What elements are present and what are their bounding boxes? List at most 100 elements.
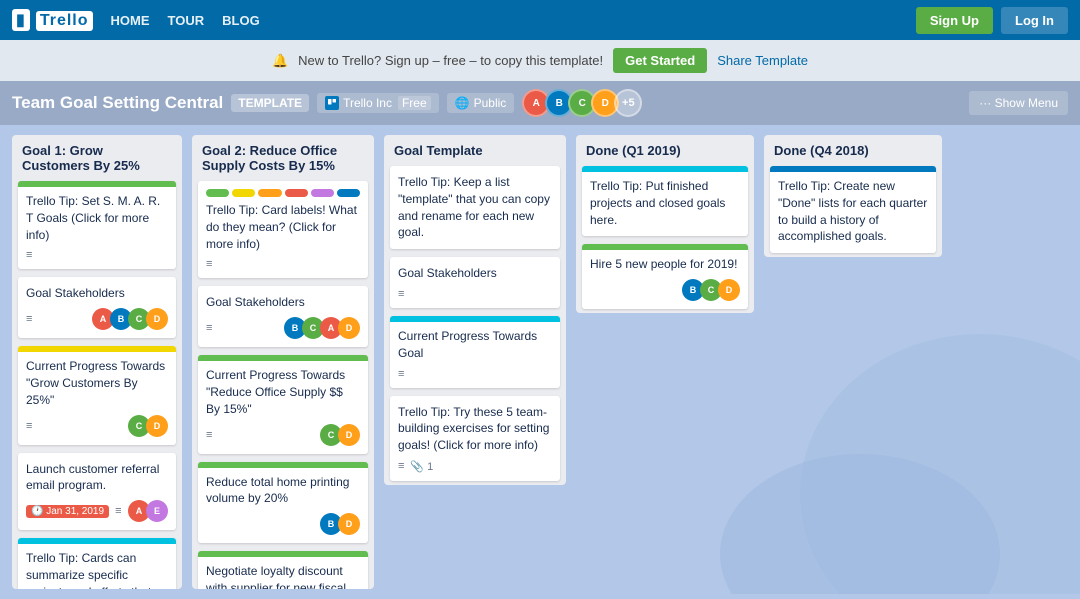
org-name: Trello Inc: [343, 96, 392, 110]
list-template: Goal Template Trello Tip: Keep a list "t…: [384, 135, 566, 485]
card-c16-footer: B C D: [590, 279, 740, 301]
visibility-badge[interactable]: 🌐 Public: [447, 93, 515, 113]
card-c6[interactable]: Trello Tip: Card labels! What do they me…: [198, 181, 368, 278]
list-goal1: Goal 1: Grow Customers By 25% Trello Tip…: [12, 135, 182, 589]
desc-icon: ≡: [115, 505, 121, 517]
announcement-text: New to Trello? Sign up – free – to copy …: [298, 53, 603, 68]
avatar-more[interactable]: +5: [614, 89, 642, 117]
card-c2[interactable]: Goal Stakeholders ≡ A B C D: [18, 277, 176, 338]
desc-icon: ≡: [26, 420, 32, 432]
card-c9[interactable]: Reduce total home printing volume by 20%…: [198, 462, 368, 544]
card-c14-footer: ≡ 📎 1: [398, 460, 552, 473]
card-c2-text: Goal Stakeholders: [26, 285, 168, 302]
board-title: Team Goal Setting Central: [12, 93, 223, 113]
card-c10[interactable]: Negotiate loyalty discount with supplier…: [198, 551, 368, 589]
nav-blog[interactable]: BLOG: [222, 13, 260, 28]
card-c3[interactable]: Current Progress Towards "Grow Customers…: [18, 346, 176, 444]
card-c4-meta: 🕐 Jan 31, 2019 ≡: [26, 505, 121, 518]
desc-icon: ≡: [26, 313, 32, 325]
card-c4-text: Launch customer referral email program.: [26, 461, 168, 495]
card-avatar: D: [338, 424, 360, 446]
label-blue: [337, 189, 360, 197]
card-c13-text: Current Progress Towards Goal: [398, 328, 552, 362]
card-c3-text: Current Progress Towards "Grow Customers…: [26, 358, 168, 408]
card-c4[interactable]: Launch customer referral email program. …: [18, 453, 176, 531]
desc-icon: ≡: [206, 322, 212, 334]
card-c12[interactable]: Goal Stakeholders ≡: [390, 257, 560, 308]
board-members: A B C D +5: [522, 89, 642, 117]
card-c12-text: Goal Stakeholders: [398, 265, 552, 282]
list-goal1-title: Goal 1: Grow Customers By 25%: [12, 135, 182, 177]
card-c6-labels: [206, 189, 360, 197]
card-c8[interactable]: Current Progress Towards "Reduce Office …: [198, 355, 368, 453]
card-c5-text: Trello Tip: Cards can summarize specific…: [26, 550, 168, 589]
card-c4-footer: 🕐 Jan 31, 2019 ≡ A E: [26, 500, 168, 522]
card-c1-text: Trello Tip: Set S. M. A. R. T Goals (Cli…: [26, 193, 168, 243]
card-avatar: E: [146, 500, 168, 522]
card-accent-green: [582, 244, 748, 250]
label-yellow: [232, 189, 255, 197]
nav-tour[interactable]: TOUR: [168, 13, 205, 28]
nav-home[interactable]: HOME: [111, 13, 150, 28]
label-red: [285, 189, 308, 197]
template-badge: TEMPLATE: [231, 94, 309, 112]
list-done-q1: Done (Q1 2019) Trello Tip: Put finished …: [576, 135, 754, 313]
card-c7-text: Goal Stakeholders: [206, 294, 360, 311]
share-template-link[interactable]: Share Template: [717, 53, 808, 68]
desc-icon: ≡: [398, 460, 404, 472]
card-c10-text: Negotiate loyalty discount with supplier…: [206, 563, 360, 589]
get-started-button[interactable]: Get Started: [613, 48, 707, 73]
card-c4-avatars: A E: [128, 500, 168, 522]
card-c16[interactable]: Hire 5 new people for 2019! B C D: [582, 244, 748, 309]
login-button[interactable]: Log In: [1001, 7, 1068, 34]
card-c14[interactable]: Trello Tip: Try these 5 team-building ex…: [390, 396, 560, 481]
card-c1-meta: ≡: [26, 249, 32, 261]
show-menu-button[interactable]: ··· Show Menu: [969, 91, 1068, 115]
card-accent-teal: [582, 166, 748, 172]
card-c5[interactable]: Trello Tip: Cards can summarize specific…: [18, 538, 176, 589]
card-accent-teal: [390, 316, 560, 322]
card-c14-text: Trello Tip: Try these 5 team-building ex…: [398, 404, 552, 454]
nav-left: ▮ Trello HOME TOUR BLOG: [12, 9, 260, 31]
card-accent-yellow: [18, 346, 176, 352]
card-c3-footer: ≡ C D: [26, 415, 168, 437]
card-accent-green: [198, 462, 368, 468]
board-content: Goal 1: Grow Customers By 25% Trello Tip…: [0, 125, 1080, 599]
list-done-q1-title: Done (Q1 2019): [576, 135, 754, 162]
card-c6-text: Trello Tip: Card labels! What do they me…: [206, 202, 360, 252]
card-c17[interactable]: Trello Tip: Create new "Done" lists for …: [770, 166, 936, 253]
card-c13[interactable]: Current Progress Towards Goal ≡: [390, 316, 560, 388]
logo-text: Trello: [36, 11, 93, 31]
board-header-right: ··· Show Menu: [969, 91, 1068, 115]
card-c3-avatars: C D: [128, 415, 168, 437]
trello-logo: ▮ Trello: [12, 9, 93, 31]
top-nav: ▮ Trello HOME TOUR BLOG Sign Up Log In: [0, 0, 1080, 40]
nav-right: Sign Up Log In: [916, 7, 1068, 34]
list-template-title: Goal Template: [384, 135, 566, 162]
label-purple: [311, 189, 334, 197]
desc-icon: ≡: [398, 368, 404, 380]
card-c13-footer: ≡: [398, 368, 552, 380]
card-c9-avatars: B D: [320, 513, 360, 535]
org-badge[interactable]: Trello Inc Free: [317, 93, 439, 113]
card-c17-text: Trello Tip: Create new "Done" lists for …: [778, 178, 928, 245]
card-c15[interactable]: Trello Tip: Put finished projects and cl…: [582, 166, 748, 236]
trello-org-icon: [325, 96, 339, 110]
card-accent-teal: [18, 538, 176, 544]
card-c8-avatars: C D: [320, 424, 360, 446]
signup-button[interactable]: Sign Up: [916, 7, 993, 34]
desc-icon: ≡: [206, 258, 212, 270]
card-c7[interactable]: Goal Stakeholders ≡ B C A D: [198, 286, 368, 347]
card-c11[interactable]: Trello Tip: Keep a list "template" that …: [390, 166, 560, 249]
desc-icon: ≡: [206, 429, 212, 441]
card-c1-footer: ≡: [26, 249, 168, 261]
card-c8-text: Current Progress Towards "Reduce Office …: [206, 367, 360, 417]
card-c14-meta: ≡ 📎 1: [398, 460, 433, 473]
card-avatar: D: [718, 279, 740, 301]
desc-icon: ≡: [26, 249, 32, 261]
card-c15-text: Trello Tip: Put finished projects and cl…: [590, 178, 740, 228]
label-green: [206, 189, 229, 197]
card-c1[interactable]: Trello Tip: Set S. M. A. R. T Goals (Cli…: [18, 181, 176, 269]
list-goal2-title: Goal 2: Reduce Office Supply Costs By 15…: [192, 135, 374, 177]
desc-icon: ≡: [398, 288, 404, 300]
